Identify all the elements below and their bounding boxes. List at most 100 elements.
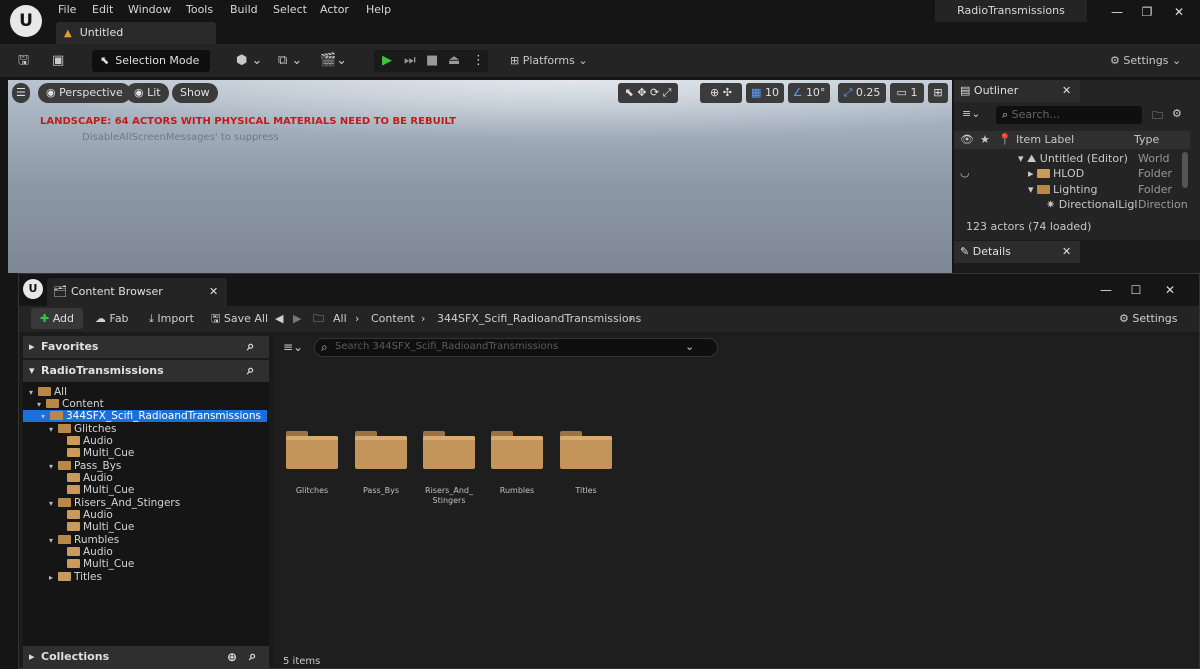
minimize-icon[interactable]: — — [1106, 2, 1128, 22]
tree-item[interactable]: ▾ Rumbles — [23, 534, 269, 546]
favorites-section[interactable]: ▸ Favorites ⌕ — [23, 336, 269, 358]
add-folder-icon[interactable]: 🗀 — [1152, 107, 1163, 126]
import-button[interactable]: ⤓ Import — [149, 308, 194, 329]
outliner-settings-icon[interactable]: ⚙ — [1172, 107, 1182, 120]
folder-tile[interactable]: Glitches — [283, 431, 341, 496]
world-local-icons[interactable]: ⊕ ✣ — [700, 83, 742, 103]
more-options-icon[interactable]: ⋮ — [472, 52, 485, 70]
outliner-row[interactable]: ✷ DirectionalLigl Direction — [1046, 197, 1188, 212]
tree-item[interactable]: Multi_Cue — [23, 447, 269, 459]
folder-tile[interactable]: Rumbles — [488, 431, 546, 496]
visibility-icon[interactable]: 👁 — [960, 131, 974, 149]
tree-item[interactable]: ▾ All — [23, 386, 269, 398]
collections-section[interactable]: ▸ Collections ⊕ ⌕ — [23, 646, 269, 668]
maximize-icon[interactable]: ☐ — [1125, 280, 1147, 300]
toolbar-settings[interactable]: ⚙ Settings ⌄ — [1110, 52, 1181, 70]
lit-button[interactable]: ◉ Lit — [126, 83, 169, 103]
tree-item[interactable]: Audio — [23, 435, 269, 447]
tree-item[interactable]: ▾ Pass_Bys — [23, 460, 269, 472]
maximize-icon[interactable]: ❐ — [1136, 2, 1158, 22]
menu-tools[interactable]: Tools — [186, 0, 213, 20]
back-icon[interactable]: ◀ — [275, 308, 283, 329]
rotation-snap[interactable]: ∠ 10° — [788, 83, 830, 103]
cinematics-icon[interactable]: 🎬⌄ — [320, 52, 347, 70]
tree-item[interactable]: Multi_Cue — [23, 558, 269, 570]
menu-window[interactable]: Window — [128, 0, 171, 20]
outliner-scrollbar[interactable] — [1182, 152, 1188, 188]
project-section[interactable]: ▾ RadioTransmissions ⌕ — [23, 360, 269, 382]
fab-button[interactable]: ☁ Fab — [95, 308, 129, 329]
scale-snap[interactable]: ⤢ 0.25 — [838, 83, 886, 103]
tree-item[interactable]: ▸ Titles — [23, 571, 269, 583]
level-viewport[interactable]: ☰ ◉ Perspective ◉ Lit Show ⬉ ✥ ⟳ ⤢ ⊕ ✣ ▦… — [8, 80, 952, 273]
platforms-menu[interactable]: ⊞ Platforms ⌄ — [510, 52, 588, 70]
details-tab[interactable]: ✎ Details ✕ — [954, 241, 1080, 263]
filter-icon[interactable]: ≡⌄ — [283, 340, 303, 354]
perspective-button[interactable]: ◉ Perspective — [38, 83, 131, 103]
asset-view[interactable]: ≡⌄ Glitches Pass_Bys Risers_And_ Stinger… — [275, 336, 1199, 666]
folder-tile[interactable]: Risers_And_ Stingers — [420, 431, 478, 506]
close-window-icon[interactable]: ✕ — [1168, 2, 1190, 22]
tree-item[interactable]: Audio — [23, 472, 269, 484]
outliner-row[interactable]: ▸ HLOD Folder — [1028, 166, 1188, 181]
level-tab[interactable]: ▲ Untitled — [56, 22, 216, 44]
viewport-menu-icon[interactable]: ☰ — [12, 83, 30, 103]
search-icon[interactable]: ⌕ — [247, 336, 254, 358]
folder-tile[interactable]: Pass_Bys — [352, 431, 410, 496]
tree-item[interactable]: ▾ Glitches — [23, 423, 269, 435]
source-control-icon[interactable]: ▣ — [52, 52, 64, 70]
tree-item[interactable]: ▾ Risers_And_Stingers — [23, 497, 269, 509]
minimize-icon[interactable]: — — [1095, 280, 1117, 300]
maximize-viewport-icon[interactable]: ⊞ — [928, 83, 948, 103]
close-icon[interactable]: ✕ — [1062, 241, 1071, 263]
folder-tile[interactable]: Titles — [557, 431, 615, 496]
menu-edit[interactable]: Edit — [92, 0, 113, 20]
show-button[interactable]: Show — [172, 83, 218, 103]
asset-search-input[interactable]: ⌕ Search 344SFX_Scifi_RadioandTransmissi… — [314, 338, 718, 357]
visibility-toggle[interactable]: ◡ — [960, 166, 970, 179]
grid-snap[interactable]: ▦ 10 — [746, 83, 784, 103]
unreal-logo-icon[interactable]: U — [10, 5, 42, 37]
eject-icon[interactable]: ⏏ — [448, 52, 460, 70]
menu-build[interactable]: Build — [230, 0, 258, 20]
menu-help[interactable]: Help — [366, 0, 391, 20]
add-button[interactable]: ✚ Add — [31, 308, 83, 329]
search-icon[interactable]: ⌕ — [247, 360, 254, 382]
transform-tools[interactable]: ⬉ ✥ ⟳ ⤢ — [618, 83, 678, 103]
add-actor-icon[interactable]: ⬢ ⌄ — [236, 52, 262, 70]
breadcrumb-all[interactable]: All — [333, 308, 347, 329]
pin-icon[interactable]: 📍 — [998, 131, 1012, 149]
save-all-button[interactable]: 🖫 Save All — [211, 308, 268, 329]
stop-icon[interactable]: ■ — [426, 52, 438, 70]
tree-item[interactable]: Audio — [23, 546, 269, 558]
tree-item[interactable]: Multi_Cue — [23, 521, 269, 533]
type-header[interactable]: Type — [1134, 131, 1159, 149]
outliner-row[interactable]: ▾ Lighting Folder — [1028, 182, 1188, 197]
cb-settings-button[interactable]: ⚙ Settings — [1119, 308, 1178, 329]
tree-item[interactable]: Multi_Cue — [23, 484, 269, 496]
close-icon[interactable]: ✕ — [1062, 80, 1071, 102]
play-icon[interactable]: ▶ — [382, 52, 392, 70]
tree-item[interactable]: ▾ Content — [23, 398, 269, 410]
tree-item-selected[interactable]: ▾ 344SFX_Scifi_RadioandTransmissions — [23, 410, 267, 422]
tree-item[interactable]: Audio — [23, 509, 269, 521]
camera-speed[interactable]: ▭ 1 — [890, 83, 924, 103]
outliner-tab[interactable]: ▤ Outliner ✕ — [954, 80, 1080, 102]
play-advance-icon[interactable]: ⏭ — [404, 52, 416, 70]
add-collection-icon[interactable]: ⊕ — [227, 646, 237, 668]
close-icon[interactable]: ✕ — [209, 278, 218, 306]
forward-icon[interactable]: ▶ — [293, 308, 301, 329]
blueprint-icon[interactable]: ⧉ ⌄ — [278, 52, 302, 70]
save-icon[interactable]: 🖫 — [18, 52, 29, 70]
filter-icon[interactable]: ≡⌄ — [962, 107, 980, 120]
outliner-row[interactable]: ▾ ⛰ Untitled (Editor) World — [1018, 151, 1188, 166]
menu-actor[interactable]: Actor — [320, 0, 349, 20]
menu-file[interactable]: File — [58, 0, 76, 20]
favorite-icon[interactable]: ★ — [980, 131, 990, 149]
chevron-down-icon[interactable]: ⌄ — [685, 340, 694, 353]
breadcrumb-content[interactable]: Content — [371, 308, 415, 329]
breadcrumb-folder[interactable]: 344SFX_Scifi_RadioandTransmissions — [437, 308, 641, 329]
item-label-header[interactable]: Item Label — [1016, 131, 1074, 149]
close-window-icon[interactable]: ✕ — [1159, 280, 1181, 300]
content-browser-tab[interactable]: 🗂 Content Browser ✕ — [47, 278, 227, 306]
